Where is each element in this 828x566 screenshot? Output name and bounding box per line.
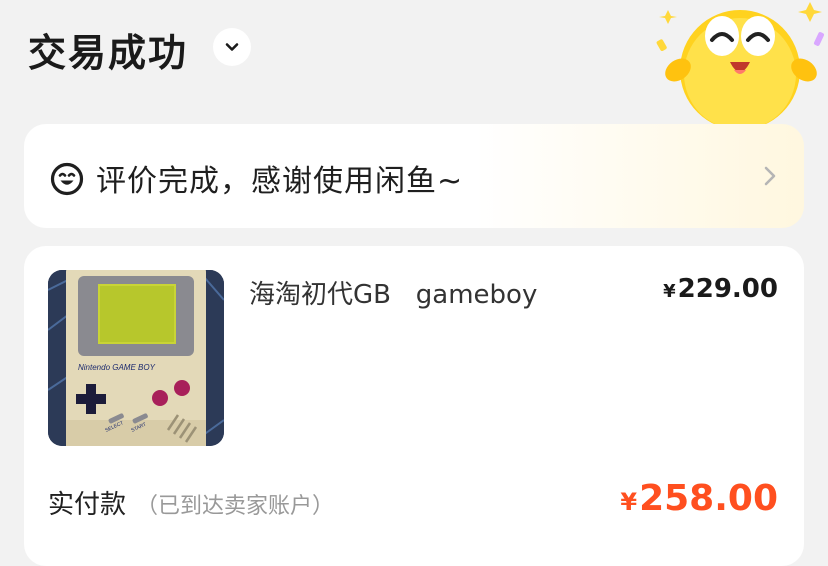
- product-image[interactable]: Nintendo GAME BOY SELECT START: [48, 270, 224, 446]
- unit-price: ¥229.00: [663, 274, 778, 304]
- currency-symbol: ¥: [620, 488, 638, 516]
- smile-face-icon: [50, 162, 84, 196]
- paid-amount-label: 实付款 （已到达卖家账户）: [48, 484, 334, 521]
- paid-amount-value: 258.00: [639, 478, 778, 519]
- paid-label-text: 实付款: [48, 490, 127, 520]
- currency-symbol: ¥: [663, 281, 676, 302]
- smiling-mascot-icon: [656, 2, 825, 130]
- gameboy-photo: Nintendo GAME BOY SELECT START: [48, 270, 224, 446]
- gameboy-brand-label: Nintendo GAME BOY: [78, 363, 156, 372]
- review-complete-text: 评价完成，感谢使用闲鱼~: [96, 164, 464, 199]
- title-dropdown-button[interactable]: [213, 28, 251, 66]
- paid-amount: ¥258.00: [620, 478, 778, 519]
- review-complete-banner[interactable]: 评价完成，感谢使用闲鱼~: [24, 124, 804, 228]
- product-title[interactable]: 海淘初代GB gameboy: [249, 274, 537, 311]
- unit-price-value: 229.00: [677, 274, 778, 304]
- chevron-down-icon: [225, 43, 239, 51]
- order-card: Nintendo GAME BOY SELECT START 海淘初代GB ga…: [24, 246, 804, 566]
- paid-status-note: （已到达卖家账户）: [136, 494, 335, 519]
- chevron-right-icon: [764, 166, 776, 186]
- page-title: 交易成功: [28, 31, 189, 75]
